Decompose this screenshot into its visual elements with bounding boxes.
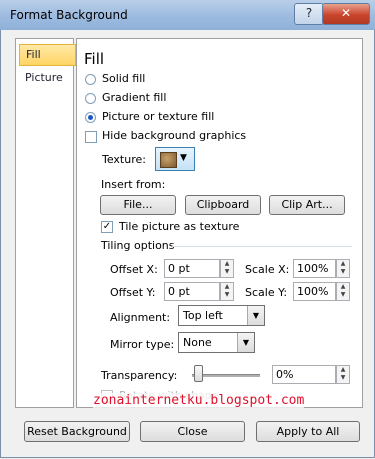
close-button[interactable]: Close	[140, 421, 245, 442]
hide-background-label: Hide background graphics	[102, 129, 247, 142]
scale-x-spinner[interactable]: ▲ ▼	[336, 259, 350, 278]
offset-x-spinner[interactable]: ▲ ▼	[220, 259, 234, 278]
help-button[interactable]: ?	[294, 3, 324, 25]
title-bar: Format Background ? ✕	[0, 0, 375, 30]
chevron-down-icon: ▼	[237, 333, 254, 352]
chevron-down-icon: ▼	[180, 153, 187, 163]
tiling-options-label: Tiling options	[101, 239, 175, 252]
transparency-label: Transparency:	[101, 369, 178, 382]
solid-fill-radio[interactable]	[85, 74, 96, 85]
watermark-text: zonainternetku.blogspot.com	[93, 393, 305, 408]
mirror-type-label: Mirror type:	[110, 338, 175, 351]
offset-x-label: Offset X:	[110, 263, 158, 276]
clip-art-button[interactable]: Clip Art...	[269, 195, 345, 215]
offset-y-label: Offset Y:	[110, 286, 156, 299]
scale-x-field[interactable]: 100%	[293, 259, 336, 278]
picture-texture-fill-label: Picture or texture fill	[102, 110, 215, 123]
offset-y-field[interactable]: 0 pt	[164, 282, 220, 301]
tile-picture-checkbox[interactable]: ✓	[101, 221, 113, 233]
sidebar: Fill Picture	[15, 38, 76, 408]
picture-texture-fill-radio[interactable]	[85, 112, 96, 123]
mirror-type-dropdown[interactable]: None ▼	[178, 332, 255, 353]
scale-y-field[interactable]: 100%	[293, 282, 336, 301]
sidebar-item-fill[interactable]: Fill	[19, 44, 76, 66]
tile-picture-label: Tile picture as texture	[119, 220, 240, 233]
mirror-type-value: None	[183, 336, 212, 349]
offset-x-field[interactable]: 0 pt	[164, 259, 220, 278]
tiling-divider	[172, 246, 352, 247]
transparency-field[interactable]: 0%	[272, 365, 336, 384]
file-button[interactable]: File...	[100, 195, 176, 215]
apply-to-all-button[interactable]: Apply to All	[256, 421, 360, 442]
insert-from-label: Insert from:	[101, 178, 166, 191]
alignment-dropdown[interactable]: Top left ▼	[178, 305, 265, 326]
panel-heading: Fill	[84, 50, 105, 68]
gradient-fill-radio[interactable]	[85, 93, 96, 104]
close-window-button[interactable]: ✕	[322, 3, 370, 25]
clipboard-button[interactable]: Clipboard	[185, 195, 261, 215]
alignment-value: Top left	[183, 309, 223, 322]
transparency-spinner[interactable]: ▲ ▼	[336, 365, 350, 384]
scale-y-spinner[interactable]: ▲ ▼	[336, 282, 350, 301]
window-title: Format Background	[10, 8, 128, 22]
gradient-fill-label: Gradient fill	[102, 91, 167, 104]
solid-fill-label: Solid fill	[102, 72, 146, 85]
alignment-label: Alignment:	[110, 311, 171, 324]
chevron-down-icon: ▼	[247, 306, 264, 325]
offset-y-spinner[interactable]: ▲ ▼	[220, 282, 234, 301]
scale-x-label: Scale X:	[245, 263, 290, 276]
texture-picker[interactable]: ▼	[155, 147, 195, 171]
transparency-slider-thumb[interactable]	[194, 365, 203, 382]
reset-background-button[interactable]: Reset Background	[24, 421, 130, 442]
texture-swatch-icon	[160, 152, 177, 168]
sidebar-item-picture[interactable]: Picture	[19, 68, 74, 88]
texture-label: Texture:	[102, 153, 146, 166]
scale-y-label: Scale Y:	[245, 286, 288, 299]
hide-background-checkbox[interactable]	[85, 131, 97, 143]
